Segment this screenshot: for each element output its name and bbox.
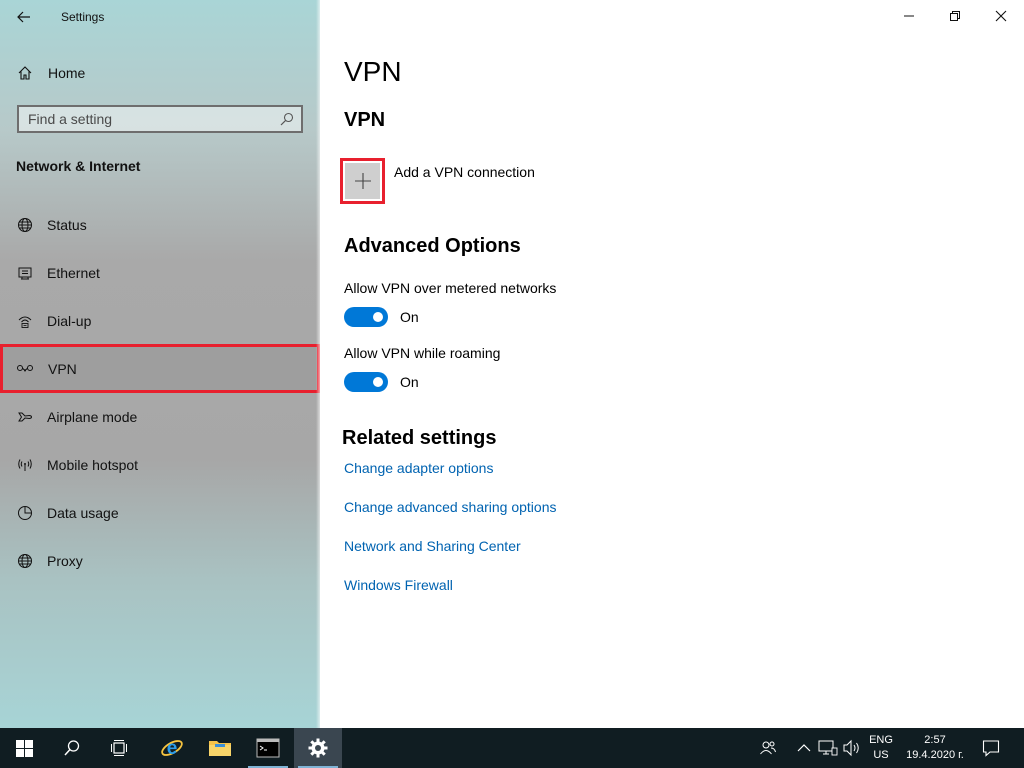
gear-icon: [308, 738, 328, 758]
advanced-options-title: Advanced Options: [344, 235, 521, 257]
page-title: VPN: [344, 56, 402, 87]
minimize-icon: [904, 15, 914, 17]
sidebar-item-label: Data usage: [47, 505, 119, 521]
volume-icon[interactable]: [842, 738, 862, 758]
input-language-indicator[interactable]: ENG US: [866, 733, 896, 763]
show-hidden-icons-chevron-up-icon[interactable]: [794, 738, 814, 758]
vpn-section-title: VPN: [344, 109, 386, 131]
add-vpn-connection: Add a VPN connection: [340, 158, 535, 204]
add-vpn-button[interactable]: [340, 158, 385, 204]
metered-option-label: Allow VPN over metered networks: [344, 280, 557, 296]
internet-explorer-icon: e: [161, 738, 183, 759]
clock[interactable]: 2:57 19.4.2020 г.: [900, 733, 970, 763]
roaming-toggle-row: On: [344, 372, 419, 392]
search-button[interactable]: [48, 728, 96, 768]
people-icon[interactable]: [758, 738, 778, 758]
home-label: Home: [48, 65, 86, 81]
restore-icon: [950, 11, 960, 21]
search-input[interactable]: [19, 107, 269, 131]
sidebar-item-label: VPN: [48, 360, 77, 377]
back-button[interactable]: [10, 6, 38, 28]
language-code: ENG: [869, 734, 893, 746]
metered-toggle[interactable]: [344, 307, 388, 327]
ethernet-icon: [16, 264, 34, 282]
sidebar-item-label: Airplane mode: [47, 409, 138, 425]
sidebar-item-label: Mobile hotspot: [47, 457, 139, 473]
close-icon: [995, 10, 1007, 22]
toggle-knob: [373, 312, 383, 322]
network-icon[interactable]: [818, 738, 838, 758]
sidebar: Settings Home Network & Internet Status …: [0, 0, 320, 728]
change-adapter-options-link[interactable]: Change adapter options: [344, 460, 493, 476]
add-vpn-label[interactable]: Add a VPN connection: [394, 164, 535, 180]
vpn-icon: [16, 360, 34, 378]
taskbar: e ENG US 2:57 19.4.2020 г.: [0, 728, 1024, 768]
sidebar-item-mobile-hotspot[interactable]: Mobile hotspot: [0, 443, 320, 487]
sidebar-item-label: Ethernet: [47, 265, 100, 281]
data-usage-icon: [16, 504, 34, 522]
search-icon[interactable]: [279, 111, 295, 127]
back-arrow-icon: [17, 11, 30, 23]
folder-icon: [209, 741, 231, 756]
sidebar-item-home[interactable]: Home: [0, 58, 320, 88]
windows-logo-icon: [15, 739, 33, 757]
roaming-toggle[interactable]: [344, 372, 388, 392]
sidebar-item-ethernet[interactable]: Ethernet: [0, 251, 320, 295]
app-title: Settings: [61, 10, 105, 24]
home-icon: [16, 64, 34, 82]
roaming-option-label: Allow VPN while roaming: [344, 345, 501, 361]
search-box: [17, 105, 303, 133]
command-prompt-icon: [256, 738, 280, 758]
sidebar-item-airplane-mode[interactable]: Airplane mode: [0, 395, 320, 439]
file-explorer-button[interactable]: [196, 728, 244, 768]
network-sharing-center-link[interactable]: Network and Sharing Center: [344, 538, 521, 554]
hotspot-icon: [16, 456, 34, 474]
minimize-button[interactable]: [886, 0, 932, 32]
change-advanced-sharing-link[interactable]: Change advanced sharing options: [344, 499, 557, 515]
settings-taskbar-button[interactable]: [294, 728, 342, 768]
sidebar-item-label: Status: [47, 217, 87, 233]
toggle-knob: [373, 377, 383, 387]
section-title: Network & Internet: [16, 158, 141, 174]
keyboard-layout: US: [873, 749, 889, 761]
globe-icon: [16, 216, 34, 234]
windows-firewall-link[interactable]: Windows Firewall: [344, 577, 453, 593]
sidebar-item-proxy[interactable]: Proxy: [0, 539, 320, 583]
main-pane: VPN VPN Add a VPN connection Advanced Op…: [320, 0, 1024, 728]
globe-icon: [16, 552, 34, 570]
plus-icon: [354, 173, 371, 189]
search-icon: [64, 740, 80, 756]
dialup-icon: [16, 312, 34, 330]
close-button[interactable]: [978, 0, 1024, 32]
task-view-button[interactable]: [96, 728, 144, 768]
related-settings-title: Related settings: [342, 427, 497, 449]
window-controls: [886, 0, 1024, 32]
sidebar-item-dialup[interactable]: Dial-up: [0, 299, 320, 343]
command-prompt-button[interactable]: [244, 728, 292, 768]
sidebar-item-label: Dial-up: [47, 313, 92, 329]
airplane-icon: [16, 408, 34, 426]
metered-toggle-row: On: [344, 307, 419, 327]
svg-text:e: e: [167, 738, 178, 759]
clock-time: 2:57: [924, 734, 946, 746]
sidebar-item-data-usage[interactable]: Data usage: [0, 491, 320, 535]
task-view-icon: [111, 740, 127, 756]
sidebar-item-status[interactable]: Status: [0, 203, 320, 247]
title-bar-left: Settings: [0, 0, 320, 34]
metered-toggle-state: On: [400, 309, 419, 325]
add-button-tile: [345, 163, 380, 199]
restore-button[interactable]: [932, 0, 978, 32]
sidebar-item-vpn[interactable]: VPN: [0, 344, 320, 393]
clock-date: 19.4.2020 г.: [906, 749, 964, 761]
action-center-notification-icon[interactable]: [981, 738, 1001, 758]
internet-explorer-button[interactable]: e: [148, 728, 196, 768]
sidebar-item-label: Proxy: [47, 553, 83, 569]
roaming-toggle-state: On: [400, 374, 419, 390]
start-button[interactable]: [0, 728, 48, 768]
